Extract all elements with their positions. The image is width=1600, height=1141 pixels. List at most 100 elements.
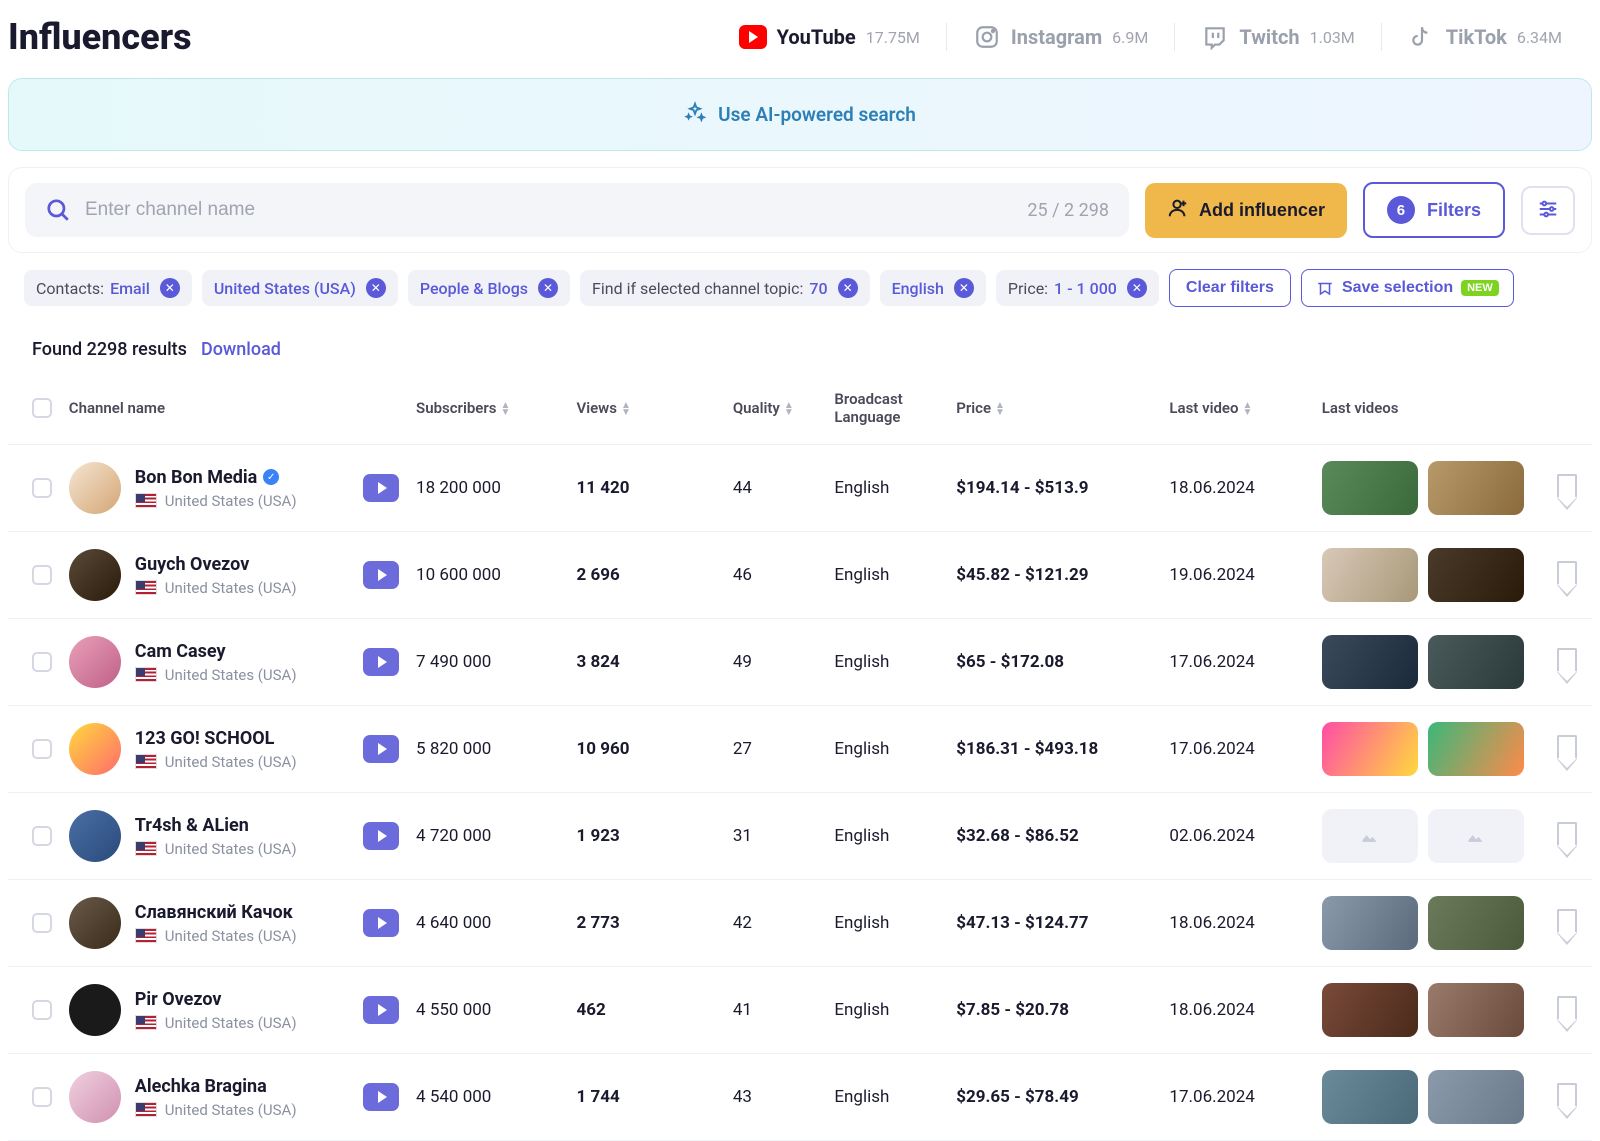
thumbnails (1322, 635, 1533, 689)
play-button[interactable] (363, 822, 399, 850)
chip-remove-icon[interactable]: ✕ (366, 278, 386, 298)
filter-chip: Contacts: Email✕ (24, 270, 192, 306)
row-checkbox[interactable] (32, 1000, 52, 1020)
quality-value: 43 (725, 1054, 827, 1141)
play-icon (378, 1004, 387, 1016)
video-thumbnail[interactable] (1322, 635, 1418, 689)
col-quality[interactable]: Quality▲▼ (725, 378, 827, 445)
row-checkbox[interactable] (32, 826, 52, 846)
channel-name[interactable]: Славянский Качок (135, 902, 293, 923)
select-all-checkbox[interactable] (32, 398, 52, 418)
bookmark-button[interactable] (1557, 996, 1577, 1020)
play-icon (378, 569, 387, 581)
row-checkbox[interactable] (32, 913, 52, 933)
channel-name[interactable]: Tr4sh & ALien (135, 815, 249, 836)
play-button[interactable] (363, 909, 399, 937)
bookmark-button[interactable] (1557, 561, 1577, 585)
save-selection-button[interactable]: Save selectionNEW (1301, 269, 1514, 307)
col-channel-name[interactable]: Channel name (61, 378, 355, 445)
add-influencer-label: Add influencer (1199, 200, 1325, 221)
platform-tab-instagram[interactable]: Instagram6.9M (947, 23, 1175, 51)
views-value: 462 (568, 967, 724, 1054)
video-thumbnail[interactable] (1428, 722, 1524, 776)
download-link[interactable]: Download (201, 339, 281, 360)
video-thumbnail[interactable] (1428, 548, 1524, 602)
row-checkbox[interactable] (32, 478, 52, 498)
table-row: Tr4sh & ALienUnited States (USA)4 720 00… (8, 793, 1592, 880)
chip-remove-icon[interactable]: ✕ (954, 278, 974, 298)
col-price[interactable]: Price▲▼ (948, 378, 1161, 445)
country-label: United States (USA) (165, 1101, 297, 1119)
channel-name[interactable]: Bon Bon Media (135, 467, 257, 488)
channel-name[interactable]: Pir Ovezov (135, 989, 222, 1010)
price-value: $47.13 - $124.77 (948, 880, 1161, 967)
ai-search-banner[interactable]: Use AI-powered search (8, 78, 1592, 151)
add-influencer-button[interactable]: Add influencer (1145, 183, 1347, 238)
avatar[interactable] (69, 810, 121, 862)
bookmark-button[interactable] (1557, 474, 1577, 498)
table-row: Славянский КачокUnited States (USA)4 640… (8, 880, 1592, 967)
search-input[interactable] (85, 199, 1013, 221)
avatar[interactable] (69, 1071, 121, 1123)
bookmark-button[interactable] (1557, 648, 1577, 672)
video-thumbnail[interactable] (1322, 896, 1418, 950)
price-value: $45.82 - $121.29 (948, 532, 1161, 619)
play-button[interactable] (363, 561, 399, 589)
bookmark-button[interactable] (1557, 1083, 1577, 1107)
platform-tabs: YouTube17.75MInstagram6.9MTwitch1.03MTik… (713, 23, 1588, 51)
platform-tab-twitch[interactable]: Twitch1.03M (1175, 23, 1381, 51)
chip-remove-icon[interactable]: ✕ (1127, 278, 1147, 298)
video-thumbnail[interactable] (1322, 461, 1418, 515)
adjust-button[interactable] (1521, 186, 1575, 235)
sort-icon: ▲▼ (621, 402, 631, 416)
subscribers-value: 4 640 000 (408, 880, 568, 967)
views-value: 10 960 (568, 706, 724, 793)
video-thumbnail[interactable] (1322, 722, 1418, 776)
row-checkbox[interactable] (32, 739, 52, 759)
avatar[interactable] (69, 723, 121, 775)
video-thumbnail[interactable] (1322, 548, 1418, 602)
play-button[interactable] (363, 1083, 399, 1111)
avatar[interactable] (69, 636, 121, 688)
bookmark-button[interactable] (1557, 822, 1577, 846)
avatar[interactable] (69, 549, 121, 601)
play-button[interactable] (363, 474, 399, 502)
chip-remove-icon[interactable]: ✕ (538, 278, 558, 298)
col-last-video[interactable]: Last video▲▼ (1161, 378, 1313, 445)
avatar[interactable] (69, 897, 121, 949)
avatar[interactable] (69, 462, 121, 514)
thumbnails (1322, 809, 1533, 863)
video-thumbnail[interactable] (1428, 896, 1524, 950)
platform-tab-tiktok[interactable]: TikTok6.34M (1382, 23, 1588, 51)
video-thumbnail[interactable] (1428, 983, 1524, 1037)
col-views[interactable]: Views▲▼ (568, 378, 724, 445)
chip-remove-icon[interactable]: ✕ (838, 278, 858, 298)
channel-name[interactable]: Guych Ovezov (135, 554, 250, 575)
video-thumbnail[interactable] (1322, 983, 1418, 1037)
play-button[interactable] (363, 735, 399, 763)
col-subscribers[interactable]: Subscribers▲▼ (408, 378, 568, 445)
video-thumbnail[interactable] (1322, 1070, 1418, 1124)
channel-name[interactable]: Cam Casey (135, 641, 226, 662)
filters-button[interactable]: 6 Filters (1363, 182, 1505, 238)
bookmark-button[interactable] (1557, 735, 1577, 759)
avatar[interactable] (69, 984, 121, 1036)
platform-tab-youtube[interactable]: YouTube17.75M (713, 23, 947, 51)
play-icon (378, 656, 387, 668)
video-thumbnail[interactable] (1428, 461, 1524, 515)
quality-value: 31 (725, 793, 827, 880)
play-button[interactable] (363, 996, 399, 1024)
clear-filters-button[interactable]: Clear filters (1169, 269, 1291, 307)
chip-remove-icon[interactable]: ✕ (160, 278, 180, 298)
row-checkbox[interactable] (32, 1087, 52, 1107)
language-value: English (826, 880, 948, 967)
row-checkbox[interactable] (32, 565, 52, 585)
play-button[interactable] (363, 648, 399, 676)
channel-name[interactable]: Alechka Bragina (135, 1076, 267, 1097)
video-thumbnail[interactable] (1428, 1070, 1524, 1124)
channel-name[interactable]: 123 GO! SCHOOL (135, 728, 275, 749)
bookmark-button[interactable] (1557, 909, 1577, 933)
row-checkbox[interactable] (32, 652, 52, 672)
platform-name: YouTube (777, 25, 856, 49)
video-thumbnail[interactable] (1428, 635, 1524, 689)
